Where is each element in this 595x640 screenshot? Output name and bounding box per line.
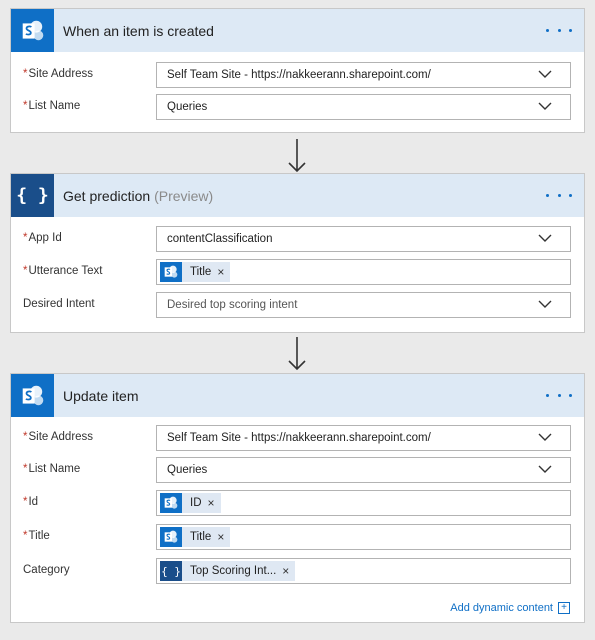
step-title: When an item is created [63, 22, 214, 39]
list-name-value: Queries [167, 464, 208, 476]
site-address-row: *Site Address Self Team Site - https://n… [11, 62, 586, 88]
add-dynamic-content-label: Add dynamic content [450, 602, 553, 614]
utterance-text-input[interactable]: Title × [156, 259, 571, 285]
site-address-label: *Site Address [23, 68, 94, 80]
id-row: *Id ID × [11, 490, 586, 516]
flow-arrow-down-icon [287, 337, 307, 371]
dynamic-token-title[interactable]: Title × [160, 262, 231, 282]
desired-intent-dropdown[interactable]: Desired top scoring intent [156, 292, 571, 318]
app-id-dropdown[interactable]: contentClassification [156, 226, 571, 252]
flow-arrow-down-icon [287, 139, 307, 173]
utterance-text-label: *Utterance Text [23, 265, 103, 277]
remove-token-icon[interactable]: × [282, 564, 289, 578]
remove-token-icon[interactable]: × [217, 265, 224, 279]
site-address-dropdown[interactable]: Self Team Site - https://nakkeerann.shar… [156, 425, 571, 451]
category-row: Category { } Top Scoring Int... × [11, 558, 586, 584]
braces-icon: { } [160, 561, 182, 581]
list-name-value: Queries [167, 101, 208, 113]
step-header[interactable]: When an item is created [11, 9, 584, 52]
app-id-value: contentClassification [167, 233, 273, 245]
title-row: *Title Title × [11, 524, 586, 550]
dynamic-token-id[interactable]: ID × [160, 493, 221, 513]
chevron-down-icon[interactable] [538, 465, 552, 473]
title-label: *Title [23, 530, 50, 542]
category-input[interactable]: { } Top Scoring Int... × [156, 558, 571, 584]
chevron-down-icon[interactable] [538, 433, 552, 441]
preview-tag: (Preview) [154, 187, 214, 204]
step-title: Get prediction (Preview) [63, 187, 214, 204]
desired-intent-placeholder: Desired top scoring intent [167, 299, 298, 311]
more-options-icon[interactable] [546, 186, 572, 204]
step-card-update-item: Update item *Site Address Self Team Site… [10, 373, 585, 623]
more-options-icon[interactable] [546, 386, 572, 404]
desired-intent-label: Desired Intent [23, 298, 95, 310]
list-name-row: *List Name Queries [11, 457, 586, 483]
app-id-label: *App Id [23, 232, 62, 244]
token-label: ID [190, 497, 202, 509]
desired-intent-row: Desired Intent Desired top scoring inten… [11, 292, 586, 318]
token-label: Title [190, 531, 212, 543]
title-input[interactable]: Title × [156, 524, 571, 550]
step-header[interactable]: Update item [11, 374, 584, 417]
site-address-dropdown[interactable]: Self Team Site - https://nakkeerann.shar… [156, 62, 571, 88]
sharepoint-icon [11, 9, 54, 52]
sharepoint-icon [11, 374, 54, 417]
step-card-when-item-created: When an item is created *Site Address Se… [10, 8, 585, 133]
site-address-value: Self Team Site - https://nakkeerann.shar… [167, 432, 431, 444]
add-dynamic-content-link[interactable]: Add dynamic content + [450, 602, 570, 614]
list-name-row: *List Name Queries [11, 94, 586, 120]
list-name-dropdown[interactable]: Queries [156, 94, 571, 120]
sharepoint-icon [160, 493, 182, 513]
chevron-down-icon[interactable] [538, 234, 552, 242]
id-label: *Id [23, 496, 39, 508]
list-name-dropdown[interactable]: Queries [156, 457, 571, 483]
remove-token-icon[interactable]: × [208, 496, 215, 510]
chevron-down-icon[interactable] [538, 300, 552, 308]
sharepoint-icon [160, 262, 182, 282]
token-label: Top Scoring Int... [190, 565, 277, 577]
remove-token-icon[interactable]: × [217, 530, 224, 544]
app-id-row: *App Id contentClassification [11, 226, 586, 252]
id-input[interactable]: ID × [156, 490, 571, 516]
braces-icon: { } [11, 174, 54, 217]
more-options-icon[interactable] [546, 21, 572, 39]
site-address-row: *Site Address Self Team Site - https://n… [11, 425, 586, 451]
step-title: Update item [63, 387, 139, 404]
step-header[interactable]: { } Get prediction (Preview) [11, 174, 584, 217]
site-address-value: Self Team Site - https://nakkeerann.shar… [167, 69, 431, 81]
step-card-get-prediction: { } Get prediction (Preview) *App Id con… [10, 173, 585, 333]
category-label: Category [23, 564, 70, 576]
chevron-down-icon[interactable] [538, 70, 552, 78]
site-address-label: *Site Address [23, 431, 94, 443]
token-label: Title [190, 266, 212, 278]
list-name-label: *List Name [23, 100, 81, 112]
sharepoint-icon [160, 527, 182, 547]
list-name-label: *List Name [23, 463, 81, 475]
utterance-text-row: *Utterance Text Title × [11, 259, 586, 285]
chevron-down-icon[interactable] [538, 102, 552, 110]
plus-icon: + [558, 602, 570, 614]
dynamic-token-title[interactable]: Title × [160, 527, 231, 547]
dynamic-token-top-scoring-intent[interactable]: { } Top Scoring Int... × [160, 561, 296, 581]
